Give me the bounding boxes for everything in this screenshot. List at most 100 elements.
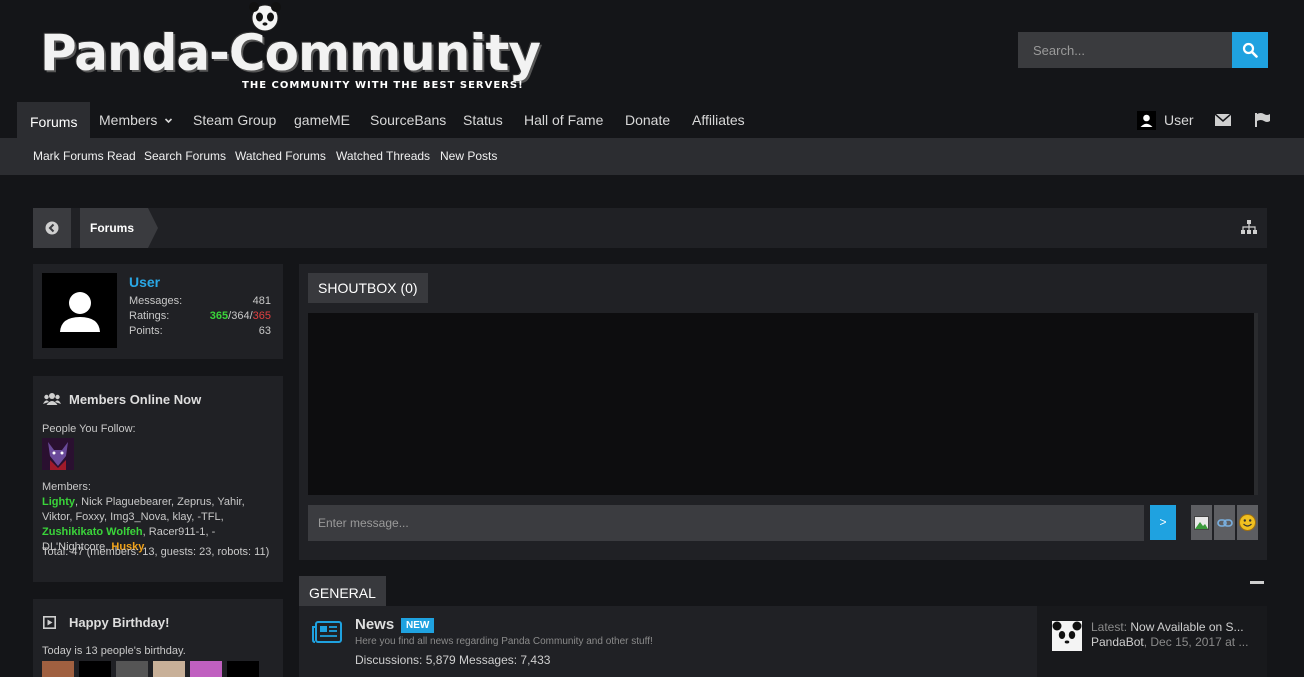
breadcrumb: Forums	[33, 208, 1267, 248]
birthday-avatar-5[interactable]	[190, 661, 222, 677]
alerts-button[interactable]	[1255, 102, 1270, 138]
birthday-avatar-3[interactable]	[116, 661, 148, 677]
visitor-panel: User Messages: 481 Ratings: 365/364/365 …	[33, 264, 283, 359]
ratings-negative: 365	[252, 310, 271, 322]
default-avatar-icon	[59, 291, 100, 332]
latest-date[interactable]: Dec 15, 2017 at ...	[1150, 635, 1248, 649]
smiley-icon	[1239, 514, 1256, 531]
member-link[interactable]: Zushikikato Wolfeh	[42, 526, 143, 538]
search-icon	[1242, 42, 1258, 58]
birthday-title: Happy Birthday!	[69, 615, 170, 630]
main-nav: Forums Members Steam Group gameME Source…	[0, 102, 1304, 138]
breadcrumb-home-button[interactable]	[33, 208, 71, 248]
inbox-button[interactable]	[1215, 102, 1231, 138]
user-menu[interactable]: User	[1137, 102, 1194, 138]
ratings-label: Ratings:	[129, 310, 170, 322]
forum-stats: Discussions: 5,879 Messages: 7,433	[355, 653, 551, 667]
member-link[interactable]: Nick Plaguebearer	[81, 496, 171, 508]
collapse-category-button[interactable]	[1250, 581, 1264, 584]
new-posts-link[interactable]: New Posts	[440, 138, 497, 175]
member-link[interactable]: -TFL	[197, 511, 220, 523]
online-total: Total: 47 (members: 13, guests: 23, robo…	[42, 546, 270, 558]
search-input[interactable]	[1018, 32, 1232, 68]
sub-nav: Mark Forums Read Search Forums Watched F…	[0, 138, 1304, 175]
shoutbox-panel: SHOUTBOX (0) >	[299, 264, 1267, 560]
points-stat: Points: 63	[129, 325, 271, 337]
member-link[interactable]: Foxxy	[75, 511, 104, 523]
nav-hall-of-fame[interactable]: Hall of Fame	[524, 102, 603, 138]
flag-icon	[1255, 113, 1270, 127]
forum-description: Here you find all news regarding Panda C…	[355, 636, 653, 647]
search-button[interactable]	[1232, 32, 1268, 68]
search-forums-link[interactable]: Search Forums	[144, 138, 226, 175]
play-square-icon	[43, 616, 56, 629]
members-label: Members:	[42, 481, 91, 493]
category-general-title[interactable]: GENERAL	[299, 576, 386, 606]
shoutbox-messages[interactable]	[308, 313, 1258, 495]
pandabot-avatar[interactable]	[1052, 621, 1082, 651]
image-icon	[1194, 515, 1209, 530]
link-icon	[1216, 518, 1233, 527]
birthday-avatar-6[interactable]	[227, 661, 259, 677]
latest-thread-link[interactable]: Now Available on S...	[1130, 620, 1243, 634]
messages-stat: Messages: 481	[129, 295, 271, 307]
breadcrumb-forums[interactable]: Forums	[80, 208, 159, 248]
member-link[interactable]: Viktor	[42, 511, 69, 523]
nav-gameme[interactable]: gameME	[294, 102, 350, 138]
member-link[interactable]: Zeprus	[177, 496, 211, 508]
members-online-title[interactable]: Members Online Now	[69, 392, 201, 407]
member-link[interactable]: Yahir	[217, 496, 241, 508]
people-you-follow-label: People You Follow:	[42, 423, 136, 435]
user-label: User	[1164, 112, 1194, 128]
latest-user-link[interactable]: PandaBot	[1091, 635, 1144, 649]
shoutbox-send-button[interactable]: >	[1150, 505, 1176, 540]
watched-forums-link[interactable]: Watched Forums	[235, 138, 326, 175]
member-link[interactable]: Racer911-1	[149, 526, 206, 538]
birthday-panel: Happy Birthday! Today is 13 people's bir…	[33, 599, 283, 677]
site-header: Panda-Community THE COMMUNITY WITH THE B…	[0, 0, 1304, 102]
logo-text: Panda-Community	[40, 24, 541, 82]
followed-user-avatar[interactable]	[42, 438, 74, 470]
member-link[interactable]: klay	[172, 511, 191, 523]
latest-meta-line: PandaBot, Dec 15, 2017 at ...	[1091, 635, 1249, 649]
insert-link-button[interactable]	[1214, 505, 1235, 540]
watched-threads-link[interactable]: Watched Threads	[336, 138, 430, 175]
nav-sourcebans[interactable]: SourceBans	[370, 102, 446, 138]
birthday-avatar-1[interactable]	[42, 661, 74, 677]
shoutbox-input[interactable]	[308, 505, 1144, 541]
nav-donate[interactable]: Donate	[625, 102, 670, 138]
birthday-text: Today is 13 people's birthday.	[42, 645, 186, 657]
nav-members-label: Members	[99, 112, 158, 128]
avatar[interactable]	[42, 273, 117, 348]
forum-title-link[interactable]: News	[355, 616, 394, 633]
member-link[interactable]: Lighty	[42, 496, 75, 508]
messages-label: Messages:	[129, 295, 183, 307]
logo-tagline: THE COMMUNITY WITH THE BEST SERVERS!	[242, 80, 524, 91]
nav-steam-group[interactable]: Steam Group	[193, 102, 276, 138]
wolf-avatar-icon	[42, 438, 74, 470]
last-post: Latest: Now Available on S... PandaBot, …	[1037, 606, 1267, 677]
newspaper-icon	[312, 621, 342, 643]
messages-value: 481	[252, 295, 271, 307]
chevron-left-circle-icon	[45, 221, 59, 235]
forum-row-news: News NEW Here you find all news regardin…	[299, 606, 1267, 677]
nav-status[interactable]: Status	[463, 102, 503, 138]
nav-members[interactable]: Members	[99, 102, 173, 138]
insert-image-button[interactable]	[1191, 505, 1212, 540]
site-logo[interactable]: Panda-Community THE COMMUNITY WITH THE B…	[36, 2, 546, 98]
sitemap-icon[interactable]	[1241, 220, 1257, 240]
latest-post-line: Latest: Now Available on S...	[1091, 620, 1244, 634]
nav-forums[interactable]: Forums	[17, 102, 91, 138]
member-link[interactable]: Img3_Nova	[110, 511, 166, 523]
birthday-avatar-4[interactable]	[153, 661, 185, 677]
mark-forums-read-link[interactable]: Mark Forums Read	[33, 138, 136, 175]
points-value: 63	[258, 325, 271, 337]
user-name-link[interactable]: User	[129, 274, 160, 290]
new-badge: NEW	[401, 618, 435, 633]
envelope-icon	[1215, 114, 1231, 126]
birthday-avatar-2[interactable]	[79, 661, 111, 677]
shoutbox-title: SHOUTBOX (0)	[308, 273, 428, 303]
insert-smiley-button[interactable]	[1237, 505, 1258, 540]
nav-affiliates[interactable]: Affiliates	[692, 102, 745, 138]
points-label: Points:	[129, 325, 163, 337]
